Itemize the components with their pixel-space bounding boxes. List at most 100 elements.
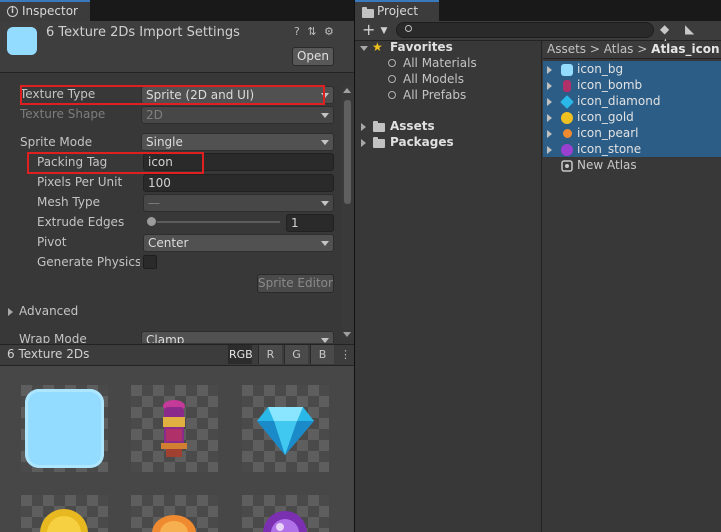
folder-icon [373,137,385,148]
sprite-editor-button[interactable]: Sprite Editor [257,274,334,293]
channel-rgb-button[interactable]: RGB [228,345,253,364]
breadcrumb-current[interactable]: Atlas_icon [651,42,719,56]
extrude-edges-input[interactable]: 1 [286,214,334,232]
wrap-mode-row: Wrap Mode Clamp [0,330,340,343]
asset-thumbnail [7,27,37,55]
file-name: icon_bg [577,62,624,76]
inspector-title: 6 Texture 2Ds Import Settings [46,25,240,40]
pixels-per-unit-input[interactable]: 100 [143,174,334,192]
sprite-icon [563,129,572,138]
pixels-per-unit-label: Pixels Per Unit [37,175,123,189]
texture-shape-label: Texture Shape [20,107,106,121]
file-name: icon_stone [577,142,642,156]
favorite-all-materials[interactable]: All Materials [403,56,477,70]
highlight-box-packing-tag [27,152,204,174]
sprite-icon [561,144,573,156]
scroll-up-arrow-icon[interactable] [343,88,351,93]
expand-arrow-icon[interactable] [8,308,13,316]
preview-icon-bg [21,385,108,472]
pearl-shell-icon [152,515,196,532]
bomb-icon [161,400,187,457]
info-icon: i [7,6,18,17]
tree-item-packages[interactable]: Packages [390,135,454,149]
chevron-down-icon [321,241,329,246]
channel-b-button[interactable]: B [310,345,334,364]
favorite-all-prefabs[interactable]: All Prefabs [403,88,466,102]
chevron-down-icon [321,338,329,343]
expand-arrow-icon[interactable] [547,130,552,138]
sprite-mode-label: Sprite Mode [20,135,93,149]
sprite-atlas-icon [561,160,573,172]
header-settings-icons[interactable]: ? ⇅ ⚙ [294,25,336,38]
channel-g-button[interactable]: G [284,345,308,364]
chevron-down-icon [321,201,329,206]
preview-menu-icon[interactable]: ⋮ [340,348,351,361]
gold-coin-icon [40,509,88,532]
project-folder-tree [355,41,542,532]
pivot-value: Center [148,236,189,250]
search-icon [405,25,412,32]
file-row-icon-gold[interactable]: icon_gold [543,110,721,126]
expand-arrow-icon[interactable] [547,114,552,122]
preview-icon-gold [21,495,108,532]
star-icon: ★ [372,40,383,54]
tab-inspector[interactable]: i Inspector [0,0,90,21]
preview-title: 6 Texture 2Ds [7,347,90,361]
generate-physics-checkbox[interactable] [143,255,157,269]
expand-arrow-icon[interactable] [547,82,552,90]
breadcrumb-separator: > [589,42,600,56]
sprite-icon [563,80,571,92]
plus-icon: + [362,20,376,39]
tab-project-label: Project [377,4,419,18]
favorites-label[interactable]: Favorites [390,40,453,54]
folder-icon [362,7,374,18]
sprite-mode-dropdown[interactable]: Single [141,133,334,151]
channel-r-button[interactable]: R [258,345,282,364]
search-icon [388,59,396,67]
file-row-icon-stone[interactable]: icon_stone [543,142,721,158]
file-row-icon-diamond[interactable]: icon_diamond [543,94,721,110]
diamond-icon [257,407,314,455]
extrude-edges-slider-handle[interactable] [146,216,157,227]
mesh-type-value: — [148,196,160,210]
extrude-edges-slider-track[interactable] [146,221,280,223]
breadcrumb-assets[interactable]: Assets [547,42,586,56]
breadcrumb-atlas[interactable]: Atlas [604,42,634,56]
advanced-foldout[interactable]: Advanced [19,304,78,318]
expand-arrow-icon[interactable] [547,98,552,106]
chevron-down-icon [321,113,329,118]
sprite-mode-value: Single [146,135,183,149]
expand-arrow-icon[interactable] [361,123,366,131]
generate-physics-label: Generate Physics S [37,255,140,269]
wrap-mode-dropdown[interactable]: Clamp [141,331,334,343]
search-icon [388,75,396,83]
collapse-arrow-icon[interactable] [360,46,368,51]
expand-arrow-icon[interactable] [361,139,366,147]
sprite-icon [560,95,574,109]
tab-project[interactable]: Project [355,0,439,21]
file-row-new-atlas[interactable]: New Atlas [543,158,721,174]
sprite-icon [561,112,573,124]
scrollbar-thumb[interactable] [344,100,351,204]
file-row-icon-bomb[interactable]: icon_bomb [543,78,721,94]
expand-arrow-icon[interactable] [547,66,552,74]
tree-item-assets[interactable]: Assets [390,119,435,133]
open-button[interactable]: Open [292,47,334,66]
texture-shape-value: 2D [146,108,163,122]
search-icon [388,91,396,99]
scroll-down-arrow-icon[interactable] [343,332,351,337]
mesh-type-dropdown[interactable]: — [143,194,334,212]
tab-inspector-label: Inspector [22,4,78,18]
pivot-dropdown[interactable]: Center [143,234,334,252]
file-row-icon-pearl[interactable]: icon_pearl [543,126,721,142]
add-asset-button[interactable]: + ▼ [362,20,387,39]
file-name: New Atlas [577,158,637,172]
file-name: icon_gold [577,110,634,124]
expand-arrow-icon[interactable] [547,146,552,154]
file-row-icon-bg[interactable]: icon_bg [543,62,721,78]
favorite-all-models[interactable]: All Models [403,72,464,86]
stone-gem-icon [263,511,307,532]
project-search-input[interactable] [396,22,654,38]
mesh-type-label: Mesh Type [37,195,100,209]
preview-icon-stone [242,495,329,532]
